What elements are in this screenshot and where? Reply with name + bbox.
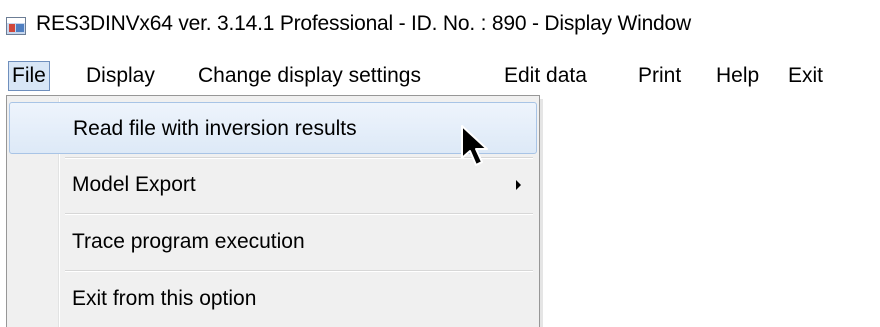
menu-change-display-settings[interactable]: Change display settings: [194, 61, 425, 91]
menu-item-exit-from-this-option[interactable]: Exit from this option: [9, 273, 537, 325]
app-window-icon[interactable]: [6, 17, 26, 35]
title-bar[interactable]: RES3DINVx64 ver. 3.14.1 Professional - I…: [0, 0, 880, 54]
menu-item-label: Exit from this option: [72, 287, 257, 310]
menu-bar: File Display Change display settings Edi…: [0, 58, 880, 95]
menu-item-trace-program-execution[interactable]: Trace program execution: [9, 216, 537, 268]
display-window: RES3DINVx64 ver. 3.14.1 Professional - I…: [0, 0, 880, 327]
window-title: RES3DINVx64 ver. 3.14.1 Professional - I…: [36, 12, 691, 35]
menu-exit[interactable]: Exit: [784, 61, 827, 91]
menu-print[interactable]: Print: [634, 61, 685, 91]
submenu-arrow-icon: [516, 180, 521, 190]
menu-edit-data[interactable]: Edit data: [500, 61, 591, 91]
menu-separator: [65, 213, 533, 215]
menu-item-label: Read file with inversion results: [73, 117, 357, 140]
menu-item-label: Trace program execution: [72, 230, 305, 253]
menu-display[interactable]: Display: [82, 61, 159, 91]
menu-separator: [65, 270, 533, 272]
mouse-pointer-icon: [461, 125, 488, 166]
menu-help[interactable]: Help: [712, 61, 763, 91]
menu-item-label: Model Export: [72, 173, 196, 196]
menu-file[interactable]: File: [8, 61, 50, 91]
